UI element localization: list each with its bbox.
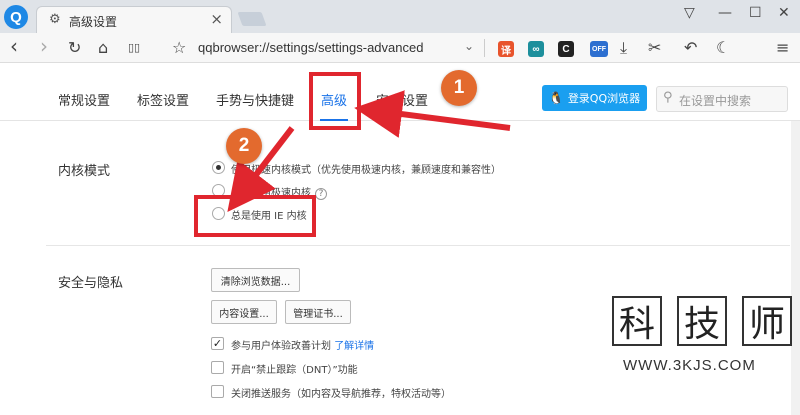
scrollbar[interactable]	[791, 121, 800, 415]
off-extension-icon[interactable]: OFF	[590, 41, 608, 57]
address-toolbar: ‹ › ↻ ⌂ ▯▯ ☆ qqbrowser://settings/settin…	[0, 33, 800, 63]
settings-search-input[interactable]: ⚲ 在设置中搜索	[656, 86, 788, 112]
push-service-checkbox[interactable]	[211, 385, 224, 398]
minimize-icon[interactable]: —	[718, 5, 732, 21]
step-badge-1: 1	[441, 70, 477, 106]
gear-icon: ⚙	[49, 12, 61, 27]
push-service-text: 关闭推送服务（如内容及导航推荐，特权活动等）	[231, 389, 451, 400]
scissors-icon[interactable]: ✂	[648, 38, 661, 57]
close-window-icon[interactable]: ✕	[778, 5, 790, 21]
watermark-url: WWW.3KJS.COM	[623, 357, 756, 374]
arduino-extension-icon[interactable]: ∞	[528, 41, 544, 57]
qq-browser-logo-icon[interactable]: Q	[4, 5, 28, 29]
learn-more-link[interactable]: 了解详情	[334, 341, 374, 352]
search-placeholder: 在设置中搜索	[679, 94, 752, 108]
tab-title: 高级设置	[69, 15, 118, 29]
home-icon[interactable]: ⌂	[98, 38, 108, 57]
dnt-text: 开启“禁止跟踪（DNT）”功能	[231, 365, 358, 376]
tab-gestures-shortcuts[interactable]: 手势与快捷键	[216, 90, 294, 109]
step-badge-2: 2	[226, 128, 262, 164]
content-settings-button[interactable]: 内容设置...	[211, 300, 277, 324]
tab-general[interactable]: 常规设置	[58, 90, 110, 109]
kernel-option-auto-text: 使用极速内核模式（优先使用极速内核，兼顾速度和兼容性）	[231, 165, 501, 176]
url-dropdown-icon[interactable]: ⌄	[464, 39, 474, 53]
search-icon: ⚲	[663, 90, 673, 105]
help-icon[interactable]: ?	[315, 188, 327, 200]
qq-penguin-icon: 🐧	[548, 91, 564, 105]
watermark-char: 科	[612, 296, 662, 346]
toolbar-divider	[484, 39, 485, 57]
translate-extension-icon[interactable]: 译	[498, 41, 514, 57]
watermark-char: 师	[742, 296, 792, 346]
clear-browsing-data-button[interactable]: 清除浏览数据...	[211, 268, 300, 292]
forward-icon[interactable]: ›	[40, 34, 48, 58]
kernel-radio-auto[interactable]	[212, 161, 225, 174]
ux-program-checkbox[interactable]: ✓	[211, 337, 224, 350]
skin-icon[interactable]: ▽	[684, 5, 695, 21]
manage-certificates-button[interactable]: 管理证书...	[285, 300, 351, 324]
watermark-logo: 科 技 师	[612, 296, 792, 346]
login-qq-button[interactable]: 🐧 登录QQ浏览器	[542, 85, 647, 111]
tab-strip: Q ⚙ 高级设置 × ▽ — ☐ ✕	[0, 0, 800, 33]
watermark-char: 技	[677, 296, 727, 346]
maximize-icon[interactable]: ☐	[749, 5, 762, 21]
ux-program-label: 参与用户体验改善计划	[231, 341, 331, 352]
kernel-mode-label: 内核模式	[58, 164, 111, 179]
tab-security[interactable]: 安全设置	[376, 90, 428, 109]
menu-icon[interactable]: ≡	[776, 38, 789, 57]
star-icon[interactable]: ☆	[172, 38, 186, 57]
c-extension-icon[interactable]: C	[558, 41, 574, 57]
highlight-box-advanced-tab	[309, 72, 361, 130]
tab-close-icon[interactable]: ×	[210, 10, 223, 28]
url-text[interactable]: qqbrowser://settings/settings-advanced	[198, 40, 423, 55]
night-mode-icon[interactable]: ☾	[716, 38, 730, 57]
security-privacy-label: 安全与隐私	[58, 276, 124, 291]
undo-icon[interactable]: ↶	[684, 38, 697, 57]
login-label: 登录QQ浏览器	[567, 92, 641, 105]
dnt-checkbox[interactable]	[211, 361, 224, 374]
section-divider	[46, 245, 790, 246]
back-icon[interactable]: ‹	[10, 34, 18, 58]
tab-tabs[interactable]: 标签设置	[137, 90, 189, 109]
download-icon[interactable]: ⤓	[620, 38, 627, 58]
new-tab-button[interactable]	[237, 12, 267, 26]
reload-icon[interactable]: ↻	[68, 38, 81, 57]
highlight-box-ie-kernel	[194, 195, 316, 237]
reader-icon[interactable]: ▯▯	[128, 41, 140, 54]
tab-settings-advanced[interactable]: ⚙ 高级设置 ×	[36, 6, 232, 33]
ux-program-text: 参与用户体验改善计划 了解详情	[231, 337, 374, 352]
